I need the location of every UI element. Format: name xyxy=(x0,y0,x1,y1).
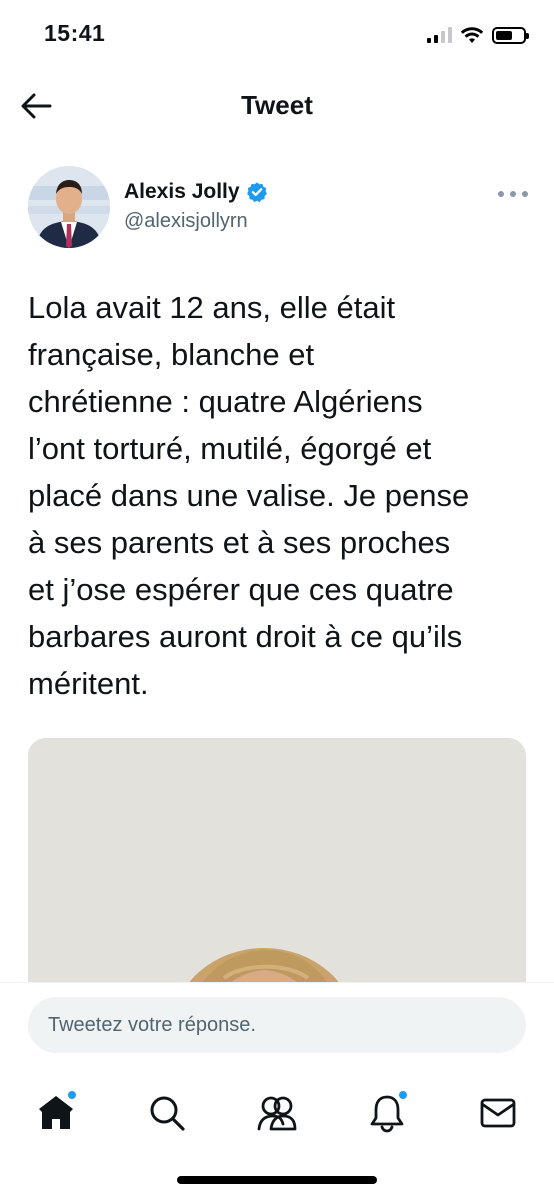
tweet-detail-screen: 15:41 Tweet Alexis Jolly @alexisjollyrn … xyxy=(0,0,554,1200)
top-header: Tweet xyxy=(0,78,554,134)
tweet-author: Alexis Jolly @alexisjollyrn xyxy=(28,166,528,250)
more-dots-icon xyxy=(498,191,504,197)
nav-notifications[interactable] xyxy=(362,1088,412,1138)
nav-search[interactable] xyxy=(142,1088,192,1138)
nav-communities[interactable] xyxy=(252,1088,302,1138)
page-title: Tweet xyxy=(241,90,313,120)
avatar[interactable] xyxy=(28,166,110,248)
status-bar: 15:41 xyxy=(0,0,554,70)
author-name-row: Alexis Jolly xyxy=(124,180,268,204)
notifications-badge-dot xyxy=(398,1090,408,1100)
status-icons xyxy=(427,22,529,48)
reply-input[interactable]: Tweetez votre réponse. xyxy=(28,997,526,1053)
tweet-text: Lola avait 12 ans, elle était française,… xyxy=(28,290,470,701)
battery-icon xyxy=(492,26,529,44)
avatar-image xyxy=(28,166,110,248)
author-name[interactable]: Alexis Jolly xyxy=(124,180,240,204)
author-handle[interactable]: @alexisjollyrn xyxy=(124,210,248,233)
home-badge-dot xyxy=(67,1090,77,1100)
cellular-signal-icon xyxy=(427,27,452,43)
home-indicator[interactable] xyxy=(177,1176,377,1184)
search-icon xyxy=(150,1096,185,1131)
nav-messages[interactable] xyxy=(473,1088,523,1138)
status-time: 15:41 xyxy=(44,20,106,46)
reply-bar: Tweetez votre réponse. xyxy=(0,982,554,1068)
more-options-button[interactable] xyxy=(498,184,528,204)
communities-icon xyxy=(257,1096,297,1131)
nav-home[interactable] xyxy=(31,1088,81,1138)
messages-envelope-icon xyxy=(480,1098,516,1128)
wifi-icon xyxy=(460,27,484,43)
verified-badge-icon xyxy=(246,182,267,203)
